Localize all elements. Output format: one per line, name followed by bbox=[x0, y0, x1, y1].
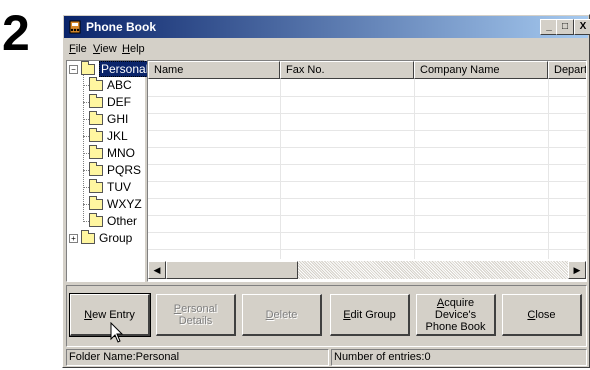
collapse-icon[interactable]: − bbox=[69, 65, 78, 74]
tree-item-abc[interactable]: ABC bbox=[89, 77, 132, 94]
column-header-company[interactable]: Company Name bbox=[414, 61, 548, 79]
folder-icon bbox=[89, 94, 103, 109]
step-number: 2 bbox=[2, 5, 30, 61]
close-button[interactable]: Close bbox=[502, 294, 582, 336]
status-folder-name: Folder Name:Personal bbox=[66, 349, 329, 366]
tree-item-tuv[interactable]: TUV bbox=[89, 179, 131, 196]
column-header-fax[interactable]: Fax No. bbox=[280, 61, 414, 79]
menu-view[interactable]: View bbox=[93, 43, 117, 55]
tree-item-label: MNO bbox=[107, 146, 135, 160]
window-title: Phone Book bbox=[86, 20, 157, 34]
menu-help[interactable]: Help bbox=[122, 43, 145, 55]
scroll-right-button[interactable]: ▶ bbox=[568, 261, 586, 279]
tree-item-label: Other bbox=[107, 214, 138, 228]
column-header-name[interactable]: Name bbox=[148, 61, 280, 79]
tree-item-label: WXYZ bbox=[107, 197, 142, 211]
acquire-phone-book-button[interactable]: Acquire Device's Phone Book bbox=[416, 294, 496, 336]
mouse-pointer-icon bbox=[110, 322, 124, 343]
phone-book-window: Phone Book _ □ X File View Help − Person… bbox=[62, 14, 590, 368]
edit-group-button[interactable]: Edit Group bbox=[330, 294, 410, 336]
status-entry-count: Number of entries:0 bbox=[331, 349, 587, 366]
button-panel: New Entry Personal Details Delete Edit G… bbox=[66, 285, 587, 347]
tree-item-pqrs[interactable]: PQRS bbox=[89, 162, 141, 179]
tree-item-other[interactable]: Other bbox=[89, 213, 137, 230]
folder-icon bbox=[89, 162, 103, 177]
tree-item-wxyz[interactable]: WXYZ bbox=[89, 196, 142, 213]
horizontal-scrollbar[interactable]: ◀ ▶ bbox=[148, 261, 586, 279]
tree-item-label: Group bbox=[99, 231, 133, 245]
folder-icon bbox=[89, 196, 103, 211]
maximize-button[interactable]: □ bbox=[556, 19, 574, 35]
expand-icon[interactable]: + bbox=[69, 234, 78, 243]
title-bar[interactable]: Phone Book _ □ X bbox=[64, 16, 590, 38]
folder-icon bbox=[89, 111, 103, 126]
status-bar: Folder Name:Personal Number of entries:0 bbox=[66, 349, 587, 366]
folder-icon bbox=[89, 213, 103, 228]
tree-item-label: TUV bbox=[107, 180, 131, 194]
tree-item-label: GHI bbox=[107, 112, 129, 126]
open-folder-icon bbox=[81, 61, 95, 76]
scroll-left-button[interactable]: ◀ bbox=[148, 261, 166, 279]
tree-item-label: Personal bbox=[99, 61, 151, 77]
menu-file[interactable]: File bbox=[69, 43, 87, 55]
phone-book-app-icon bbox=[69, 20, 81, 34]
tree-item-jkl[interactable]: JKL bbox=[89, 128, 128, 145]
tree-item-def[interactable]: DEF bbox=[89, 94, 131, 111]
close-window-button[interactable]: X bbox=[574, 19, 590, 35]
tree-item-label: JKL bbox=[107, 129, 128, 143]
scroll-thumb[interactable] bbox=[166, 261, 298, 279]
delete-button[interactable]: Delete bbox=[242, 294, 322, 336]
tree-item-ghi[interactable]: GHI bbox=[89, 111, 128, 128]
folder-icon bbox=[89, 179, 103, 194]
folder-icon bbox=[89, 128, 103, 143]
folder-icon bbox=[89, 145, 103, 160]
tree-item-personal[interactable]: − Personal bbox=[69, 61, 151, 78]
tree-item-label: PQRS bbox=[107, 163, 142, 177]
entry-list[interactable]: Name Fax No. Company Name Departme ◀ ▶ bbox=[147, 60, 587, 282]
tree-item-mno[interactable]: MNO bbox=[89, 145, 135, 162]
tree-item-group[interactable]: + Group bbox=[69, 230, 132, 247]
folder-tree[interactable]: − Personal ABC DEF GHI JKL MNO PQRS TUV … bbox=[66, 60, 151, 282]
tree-item-label: DEF bbox=[107, 95, 131, 109]
folder-icon bbox=[81, 230, 95, 245]
tree-item-label: ABC bbox=[107, 78, 132, 92]
folder-icon bbox=[89, 77, 103, 92]
column-header-department[interactable]: Departme bbox=[548, 61, 586, 79]
personal-details-button[interactable]: Personal Details bbox=[156, 294, 236, 336]
